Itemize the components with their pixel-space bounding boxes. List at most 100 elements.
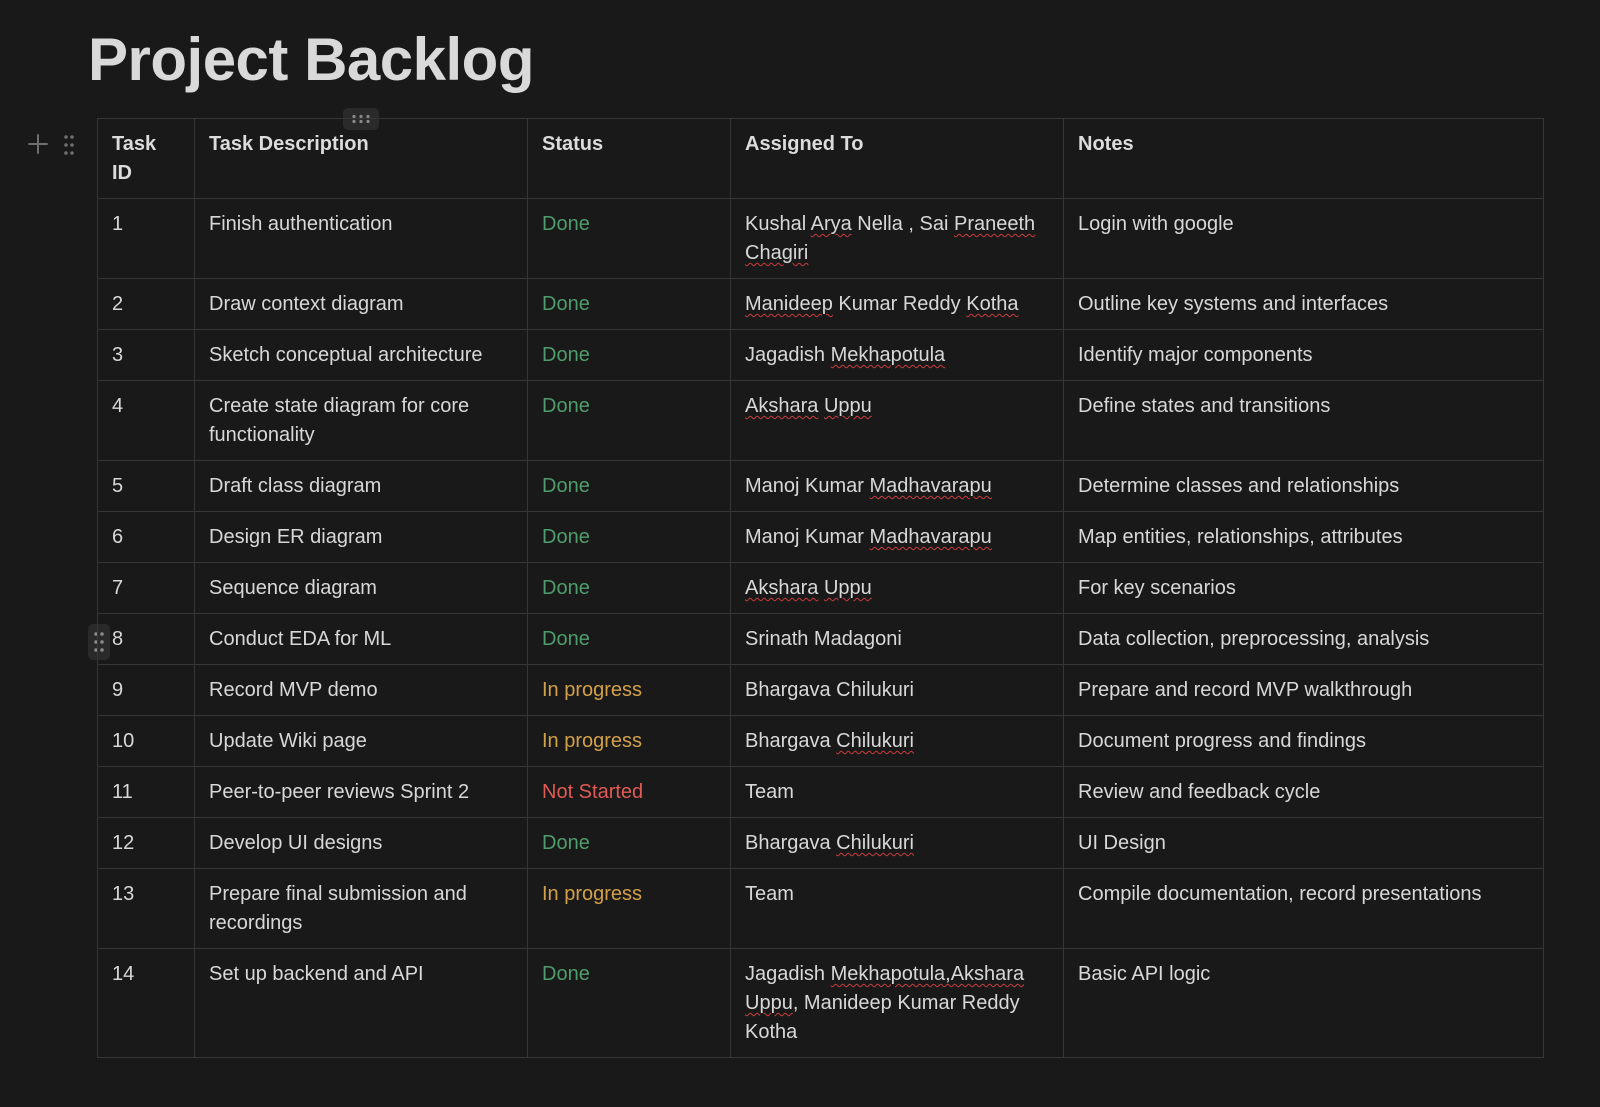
table-row: 10 Update Wiki page In progress Bhargava Ch… <box>97 715 1544 767</box>
task-id-cell[interactable]: 7 <box>97 562 195 614</box>
status-cell[interactable]: In progress <box>527 664 731 716</box>
task-id-cell[interactable]: 12 <box>97 817 195 869</box>
drag-handle-icon[interactable] <box>60 132 78 158</box>
assigned-to-cell[interactable]: Manideep Kumar Reddy Kotha <box>730 278 1064 330</box>
status-cell[interactable]: In progress <box>527 715 731 767</box>
status-cell[interactable]: Done <box>527 329 731 381</box>
assignee-name-segment: Uppu <box>823 395 872 417</box>
header-task-id[interactable]: Task ID <box>97 118 195 199</box>
status-cell[interactable]: Done <box>527 511 731 563</box>
task-description-cell[interactable]: Sequence diagram <box>194 562 528 614</box>
assigned-to-cell[interactable]: Manoj Kumar Madhavarapu <box>730 511 1064 563</box>
assignee-name-segment: Kumar Reddy <box>832 293 967 315</box>
task-description-cell[interactable]: Update Wiki page <box>194 715 528 767</box>
status-cell[interactable]: Done <box>527 278 731 330</box>
notes-cell[interactable]: Login with google <box>1063 198 1544 279</box>
task-id-cell[interactable]: 5 <box>97 460 195 512</box>
task-id-cell[interactable]: 3 <box>97 329 195 381</box>
status-cell[interactable]: Done <box>527 380 731 461</box>
status-cell[interactable]: Done <box>527 562 731 614</box>
status-cell[interactable]: Done <box>527 948 731 1058</box>
notes-cell[interactable]: Review and feedback cycle <box>1063 766 1544 818</box>
assigned-to-cell[interactable]: Akshara Uppu <box>730 380 1064 461</box>
header-task-description[interactable]: Task Description <box>194 118 528 199</box>
assignee-name-segment: Chilukuri <box>836 832 914 854</box>
assignee-name-segment: Bhargava <box>745 730 837 752</box>
task-id-cell[interactable]: 10 <box>97 715 195 767</box>
task-description-cell[interactable]: Sketch conceptual architecture <box>194 329 528 381</box>
task-id-cell[interactable]: 6 <box>97 511 195 563</box>
header-notes[interactable]: Notes <box>1063 118 1544 199</box>
notes-cell[interactable]: Identify major components <box>1063 329 1544 381</box>
assigned-to-cell[interactable]: Team <box>730 868 1064 949</box>
task-id-cell[interactable]: 11 <box>97 766 195 818</box>
assignee-name-segment: Uppu <box>823 577 872 599</box>
status-cell[interactable]: Done <box>527 817 731 869</box>
table-row: 9 Record MVP demo In progress Bhargava Chil… <box>97 664 1544 716</box>
assignee-name-segment: Team <box>745 883 794 905</box>
assignee-name-segment: Uppu <box>745 992 793 1014</box>
task-id-cell[interactable]: 13 <box>97 868 195 949</box>
task-id-cell[interactable]: 2 <box>97 278 195 330</box>
assignee-name-segment: Bhargava Chilukuri <box>745 679 914 701</box>
table-row: 11 Peer-to-peer reviews Sprint 2 Not Start… <box>97 766 1544 818</box>
task-description-cell[interactable]: Design ER diagram <box>194 511 528 563</box>
task-description-cell[interactable]: Peer-to-peer reviews Sprint 2 <box>194 766 528 818</box>
notes-cell[interactable]: Define states and transitions <box>1063 380 1544 461</box>
assigned-to-cell[interactable]: Team <box>730 766 1064 818</box>
assigned-to-cell[interactable]: Bhargava Chilukuri <box>730 817 1064 869</box>
notes-cell[interactable]: Determine classes and relationships <box>1063 460 1544 512</box>
status-cell[interactable]: Done <box>527 613 731 665</box>
notes-cell[interactable]: Map entities, relationships, attributes <box>1063 511 1544 563</box>
task-description-cell[interactable]: Create state diagram for core functional… <box>194 380 528 461</box>
table-row: 1 Finish authentication Done Kushal Arya Ne… <box>97 198 1544 279</box>
assignee-name-segment: Akshara <box>745 577 819 599</box>
task-description-cell[interactable]: Record MVP demo <box>194 664 528 716</box>
assigned-to-cell[interactable]: Srinath Madagoni <box>730 613 1064 665</box>
assigned-to-cell[interactable]: Manoj Kumar Madhavarapu <box>730 460 1064 512</box>
task-id-cell[interactable]: 14 <box>97 948 195 1058</box>
status-cell[interactable]: Done <box>527 198 731 279</box>
assignee-name-segment: Jagadish <box>745 963 831 985</box>
task-description-cell[interactable]: Develop UI designs <box>194 817 528 869</box>
task-id-cell[interactable]: 1 <box>97 198 195 279</box>
assignee-name-segment: Manoj Kumar <box>745 526 870 548</box>
table-row: 2 Draw context diagram Done Manideep Kumar … <box>97 278 1544 330</box>
notes-cell[interactable]: For key scenarios <box>1063 562 1544 614</box>
header-status[interactable]: Status <box>527 118 731 199</box>
notes-cell[interactable]: Compile documentation, record presentati… <box>1063 868 1544 949</box>
task-description-cell[interactable]: Draft class diagram <box>194 460 528 512</box>
task-description-cell[interactable]: Set up backend and API <box>194 948 528 1058</box>
notes-cell[interactable]: Basic API logic <box>1063 948 1544 1058</box>
notes-cell[interactable]: Outline key systems and interfaces <box>1063 278 1544 330</box>
task-id-cell[interactable]: 8 <box>97 613 195 665</box>
assignee-name-segment: Chilukuri <box>836 730 914 752</box>
task-id-cell[interactable]: 4 <box>97 380 195 461</box>
assigned-to-cell[interactable]: Bhargava Chilukuri <box>730 664 1064 716</box>
notes-cell[interactable]: Prepare and record MVP walkthrough <box>1063 664 1544 716</box>
table-row: 5 Draft class diagram Done Manoj Kumar Madh… <box>97 460 1544 512</box>
header-assigned-to[interactable]: Assigned To <box>730 118 1064 199</box>
notes-cell[interactable]: UI Design <box>1063 817 1544 869</box>
table-body: 1 Finish authentication Done Kushal Arya Ne… <box>97 198 1544 1058</box>
assigned-to-cell[interactable]: Kushal Arya Nella , Sai Praneeth Chagiri <box>730 198 1064 279</box>
notes-cell[interactable]: Data collection, preprocessing, analysis <box>1063 613 1544 665</box>
assignee-name-segment: Madhavarapu <box>869 475 992 497</box>
plus-icon[interactable] <box>26 132 50 156</box>
assigned-to-cell[interactable]: Jagadish Mekhapotula <box>730 329 1064 381</box>
assignee-name-segment: Mekhapotula <box>830 344 946 366</box>
task-description-cell[interactable]: Prepare final submission and recordings <box>194 868 528 949</box>
status-cell[interactable]: In progress <box>527 868 731 949</box>
assigned-to-cell[interactable]: Akshara Uppu <box>730 562 1064 614</box>
task-description-cell[interactable]: Conduct EDA for ML <box>194 613 528 665</box>
task-id-cell[interactable]: 9 <box>97 664 195 716</box>
assigned-to-cell[interactable]: Bhargava Chilukuri <box>730 715 1064 767</box>
assigned-to-cell[interactable]: Jagadish Mekhapotula,Akshara Uppu, Manid… <box>730 948 1064 1058</box>
task-description-cell[interactable]: Draw context diagram <box>194 278 528 330</box>
task-description-cell[interactable]: Finish authentication <box>194 198 528 279</box>
status-cell[interactable]: Not Started <box>527 766 731 818</box>
notes-cell[interactable]: Document progress and findings <box>1063 715 1544 767</box>
status-cell[interactable]: Done <box>527 460 731 512</box>
assignee-name-segment: Manoj Kumar <box>745 475 870 497</box>
assignee-name-segment: Manideep <box>745 293 833 315</box>
